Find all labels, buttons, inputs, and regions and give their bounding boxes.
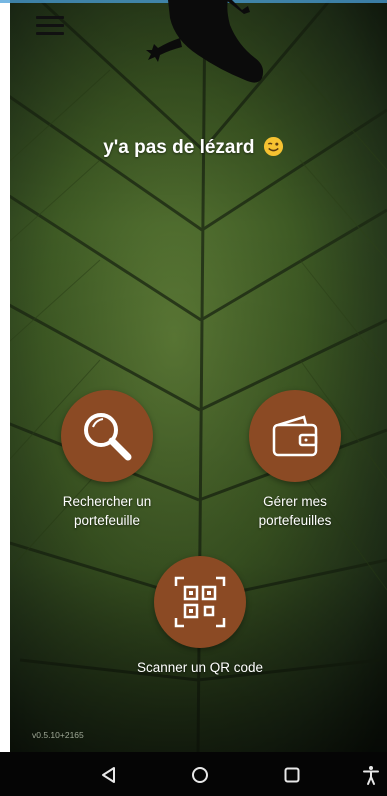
system-nav-bar [0,752,387,796]
search-wallet-label: Rechercher un portefeuille [62,494,152,528]
app-screen: y'a pas de lézard Rechercher un portefeu… [0,0,387,796]
tagline: y'a pas de lézard [0,136,387,159]
back-triangle-icon[interactable] [98,764,120,786]
magnifier-icon [84,413,132,461]
scan-qr-button[interactable]: Scanner un QR code [135,556,265,677]
version-label: v0.5.10+2165 [32,730,84,740]
menu-bar [36,16,64,19]
qr-code-icon [174,576,226,628]
accessibility-icon[interactable] [360,764,382,786]
gecko-silhouette [146,0,264,83]
search-wallet-button[interactable]: Rechercher un portefeuille [42,390,172,530]
left-edge [0,0,10,752]
menu-bar [36,24,64,27]
scan-qr-label: Scanner un QR code [136,660,264,675]
menu-bar [36,32,64,35]
manage-wallets-circle [249,390,341,482]
manage-wallets-label: Gérer mes portefeuilles [258,494,332,528]
home-circle-icon[interactable] [189,764,211,786]
search-wallet-circle [61,390,153,482]
manage-wallets-button[interactable]: Gérer mes portefeuilles [230,390,360,530]
tagline-text: y'a pas de lézard [103,137,255,158]
recents-square-icon[interactable] [281,764,303,786]
scan-qr-circle [154,556,246,648]
wallet-icon [272,415,318,457]
menu-button[interactable] [36,14,68,38]
winking-face-emoji [263,136,283,157]
